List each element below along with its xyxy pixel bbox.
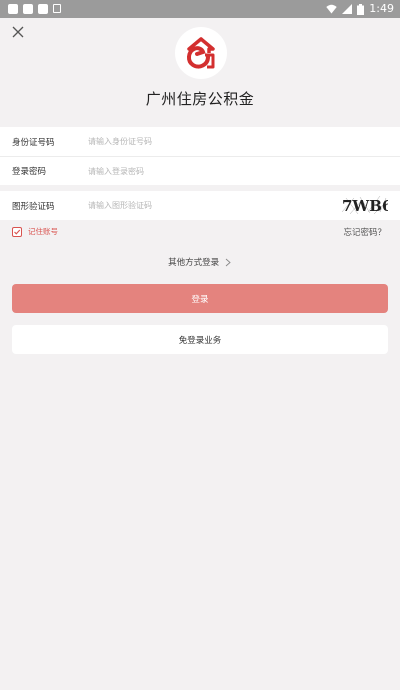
captcha-label: 图形验证码 <box>12 201 55 212</box>
password-label: 登录密码 <box>12 167 47 177</box>
password-row: 登录密码 <box>0 156 400 185</box>
credentials-group: 身份证号码 登录密码 <box>0 127 400 185</box>
remember-checkbox[interactable] <box>12 226 22 237</box>
captcha-image[interactable]: 7WB6 <box>340 194 388 216</box>
checkmark-icon <box>14 229 21 235</box>
captcha-input[interactable] <box>88 195 328 216</box>
status-bar: 1:49 <box>0 0 400 18</box>
notification-icon <box>53 4 61 13</box>
notification-icon <box>38 4 48 14</box>
id-number-input[interactable] <box>88 131 328 152</box>
close-icon <box>12 26 24 38</box>
notification-icon <box>8 4 18 14</box>
password-input[interactable] <box>88 161 328 181</box>
chevron-right-icon <box>225 258 231 267</box>
wifi-icon <box>326 4 337 14</box>
captcha-row: 图形验证码 7WB6 <box>0 191 400 220</box>
signal-icon <box>342 4 353 14</box>
remember-label: 记住账号 <box>28 227 58 236</box>
other-login-link[interactable]: 其他方式登录 <box>0 256 400 268</box>
remember-account[interactable]: 记住账号 <box>12 226 58 237</box>
app-title: 广州住房公积金 <box>145 90 255 108</box>
captcha-group: 图形验证码 7WB6 <box>0 191 400 220</box>
id-number-row: 身份证号码 <box>0 127 400 156</box>
id-number-label: 身份证号码 <box>12 137 55 148</box>
login-button[interactable]: 登录 <box>12 284 388 313</box>
house-fund-logo-icon <box>187 37 215 69</box>
forgot-password-link[interactable]: 忘记密码？ <box>343 226 386 238</box>
captcha-code: 7WB6 <box>342 197 388 215</box>
notification-icon <box>23 4 33 14</box>
battery-icon <box>357 3 365 15</box>
logo <box>175 27 227 79</box>
no-login-services-button[interactable]: 免登录业务 <box>12 325 388 354</box>
other-login-label: 其他方式登录 <box>168 258 220 268</box>
close-button[interactable] <box>10 24 26 40</box>
status-time: 1:49 <box>369 2 394 15</box>
